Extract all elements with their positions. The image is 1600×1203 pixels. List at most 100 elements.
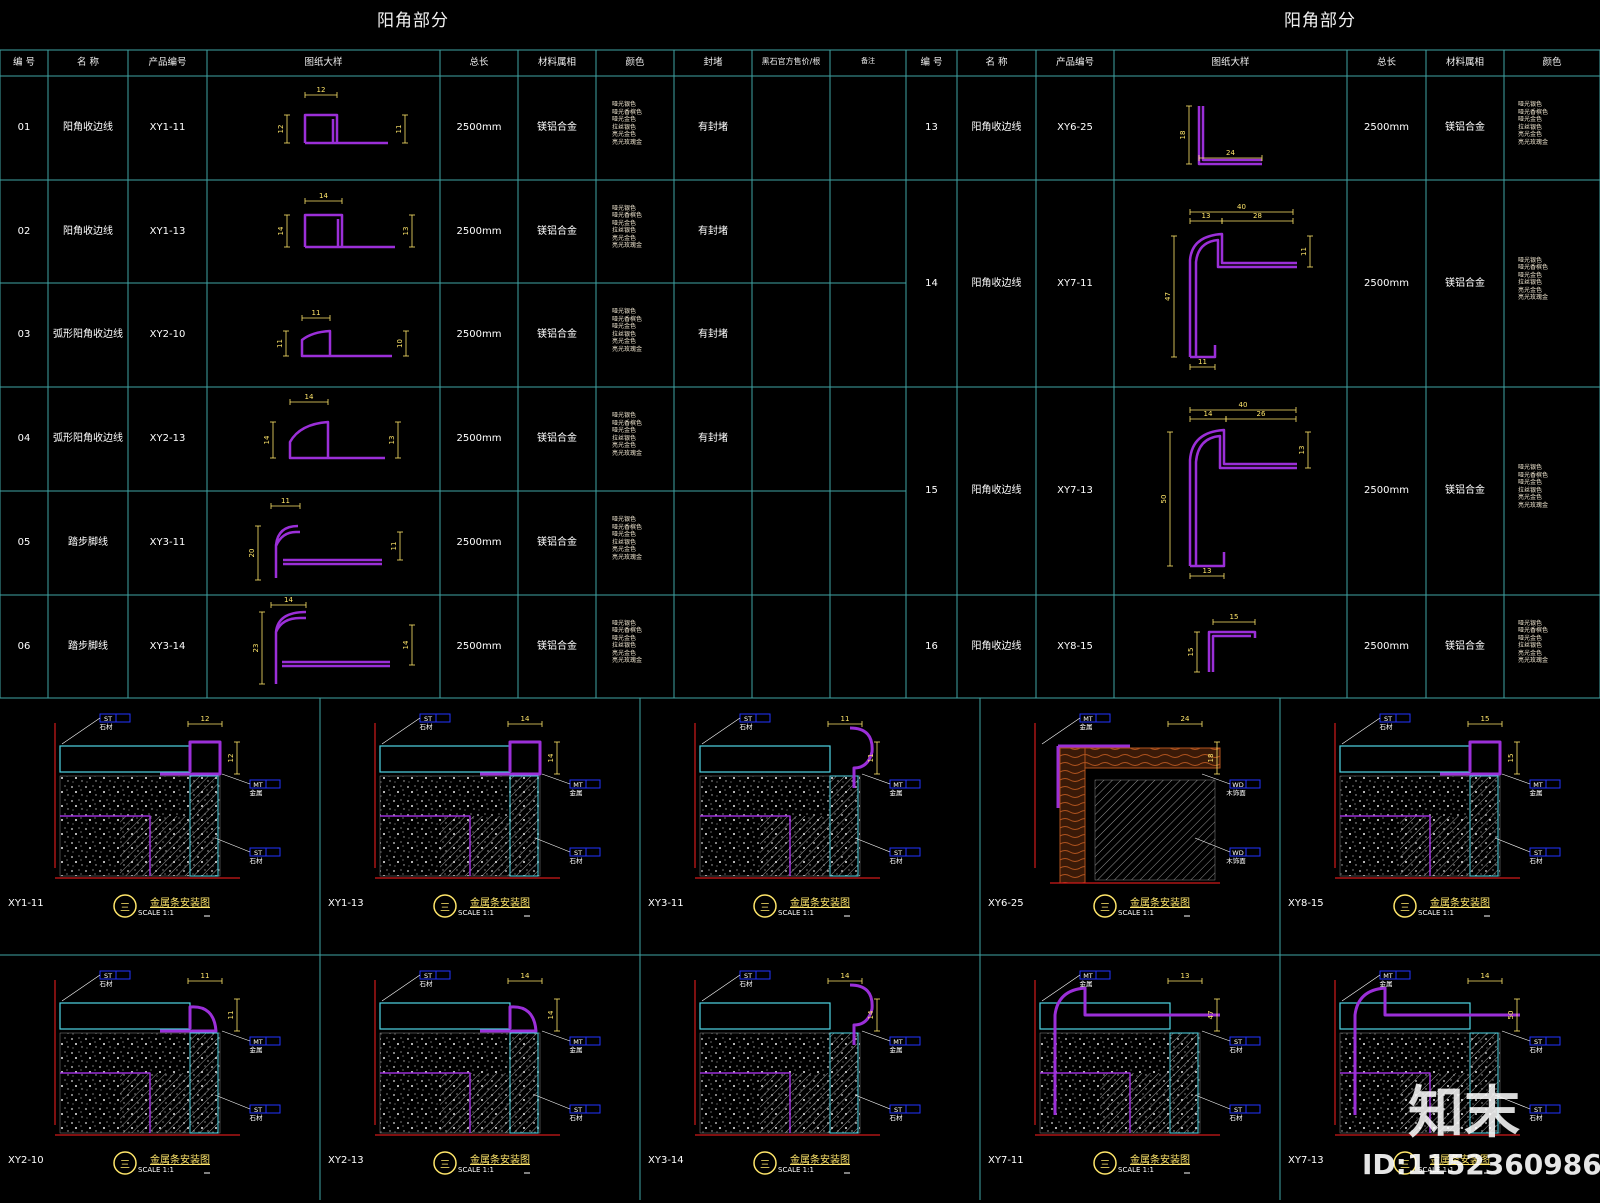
row-name: 阳角收边线 — [971, 122, 1022, 133]
dim-text: 50 — [1507, 1011, 1515, 1020]
color-item: 哑光香槟色 — [612, 419, 643, 427]
row-code: XY8-15 — [1057, 640, 1093, 652]
row-colors: 哑光银色 哑光香槟色 哑光金色 拉丝银色 亮光金色 亮光玫瑰金 — [1518, 464, 1588, 509]
tag-box — [1245, 1104, 1261, 1114]
row-code: XY2-13 — [149, 433, 186, 444]
color-item: 哑光金色 — [1518, 634, 1543, 642]
color-item: 哑光银色 — [612, 204, 637, 212]
dim-text: 40 — [1237, 203, 1246, 211]
leader-line — [701, 717, 741, 745]
watermark-logo: 知末 — [1408, 1081, 1520, 1146]
dim-text: 11 — [276, 339, 284, 348]
detail-scale: SCALE 1:1 — [138, 909, 174, 917]
dim-text: 15 — [1481, 715, 1490, 723]
header-cell: 编 号 — [920, 57, 943, 68]
color-item: 哑光金色 — [612, 634, 637, 642]
tag-label: 石材 — [100, 722, 114, 731]
tag-code: MT — [253, 1038, 263, 1046]
dim-text: 14 — [1481, 972, 1490, 980]
color-item: 亮光玫瑰金 — [612, 657, 643, 664]
color-item: 哑光金色 — [1518, 271, 1543, 279]
color-item: 哑光香槟色 — [612, 627, 643, 634]
scale-symbol: 三 — [1100, 1160, 1110, 1171]
scale-symbol: 三 — [1100, 903, 1110, 914]
profile-xy3-11 — [274, 524, 382, 578]
header-cell: 材料属相 — [1445, 57, 1484, 68]
row-name: 踏步脚线 — [68, 640, 108, 652]
color-item: 亮光玫瑰金 — [1518, 138, 1549, 146]
tag-label: 金属 — [1080, 979, 1093, 988]
leader-line — [1501, 773, 1531, 785]
tag-code: ST — [894, 849, 902, 857]
color-item: 亮光金色 — [612, 131, 637, 138]
row-name: 弧形阳角收边线 — [53, 433, 123, 444]
tag-code: ST — [1234, 1038, 1242, 1046]
row-name: 阳角收边线 — [971, 277, 1022, 289]
color-item: 哑光香槟色 — [1518, 108, 1549, 116]
detail-title: 金属条安装图 — [470, 898, 530, 909]
row-length: 2500mm — [456, 329, 502, 340]
color-item: 哑光银色 — [612, 412, 637, 419]
dim-text: 11 — [867, 754, 875, 763]
row-number: 05 — [17, 537, 31, 548]
detail-title: 金属条安装图 — [470, 1155, 530, 1166]
header-cell: 总长 — [469, 57, 489, 68]
color-item: 哑光金色 — [612, 427, 637, 434]
leader-line — [221, 1030, 251, 1042]
leader-line — [221, 773, 251, 785]
profile-xy1-11 — [303, 113, 388, 145]
profile-xy7-13 — [1188, 428, 1297, 568]
leader-line — [381, 974, 421, 1002]
color-item: 亮光金色 — [612, 649, 637, 657]
dim-text: 11 — [281, 497, 290, 505]
tag-label: 木饰面 — [1226, 856, 1246, 865]
color-item: 哑光银色 — [1518, 464, 1543, 471]
color-item: 哑光银色 — [1518, 101, 1543, 108]
row-colors: 哑光银色 哑光香槟色 哑光金色 拉丝银色 亮光金色 亮光玫瑰金 — [612, 412, 682, 457]
detail-code: XY2-10 — [8, 1155, 44, 1166]
detail-code: XY1-13 — [328, 898, 364, 909]
detail-code: XY3-14 — [648, 1155, 684, 1166]
color-item: 亮光金色 — [612, 442, 637, 449]
dim-text: 12 — [277, 125, 285, 134]
leader-line — [701, 974, 741, 1002]
tag-box — [585, 847, 601, 857]
row-length: 2500mm — [1364, 122, 1409, 133]
row-code: XY7-13 — [1057, 485, 1093, 496]
leader-line — [1341, 717, 1381, 745]
hatch-fill — [120, 816, 190, 876]
color-item: 哑光香槟色 — [612, 315, 643, 323]
detail-scale: SCALE 1:1 — [778, 1166, 814, 1174]
dim-text: 14 — [1204, 410, 1213, 418]
row-code: XY6-25 — [1057, 122, 1093, 133]
detail-scale: SCALE 1:1 — [1418, 909, 1454, 917]
dim-text: 14 — [521, 715, 530, 723]
tag-label: 石材 — [1230, 1113, 1244, 1122]
tag-box — [1545, 847, 1561, 857]
row-code: XY3-14 — [149, 640, 186, 652]
row-colors: 哑光银色 哑光香槟色 哑光金色 拉丝银色 亮光金色 亮光玫瑰金 — [612, 516, 682, 561]
dim-text: 13 — [402, 227, 410, 236]
row-length: 2500mm — [456, 122, 502, 133]
row-name: 踏步脚线 — [68, 537, 108, 548]
row-number: 16 — [925, 640, 938, 652]
detail-scale: SCALE 1:1 — [458, 1166, 494, 1174]
header-cell: 颜色 — [625, 57, 645, 68]
color-item: 拉丝银色 — [1518, 642, 1543, 649]
leader-line — [1041, 717, 1081, 745]
dim-text: 11 — [312, 309, 321, 317]
leader-line — [541, 773, 571, 785]
dim-text: 15 — [1230, 613, 1239, 621]
scale-symbol: 三 — [440, 1160, 450, 1171]
watermark-id: ID:1152360986 — [1362, 1148, 1600, 1181]
detail-title: 金属条安装图 — [790, 898, 850, 909]
tag-box — [435, 970, 451, 980]
tag-box — [1245, 779, 1261, 789]
tag-code: ST — [574, 849, 582, 857]
scale-symbol: 三 — [760, 903, 770, 914]
color-item: 哑光香槟色 — [612, 108, 643, 116]
tag-box — [1545, 1036, 1561, 1046]
detail-title: 金属条安装图 — [1430, 898, 1490, 909]
cad-sheet: 阳角部分 阳角部分 12 12 11 14 14 13 11 11 10 14 14 13 11 20 11… — [0, 0, 1600, 1203]
header-cell: 名 称 — [76, 57, 100, 68]
